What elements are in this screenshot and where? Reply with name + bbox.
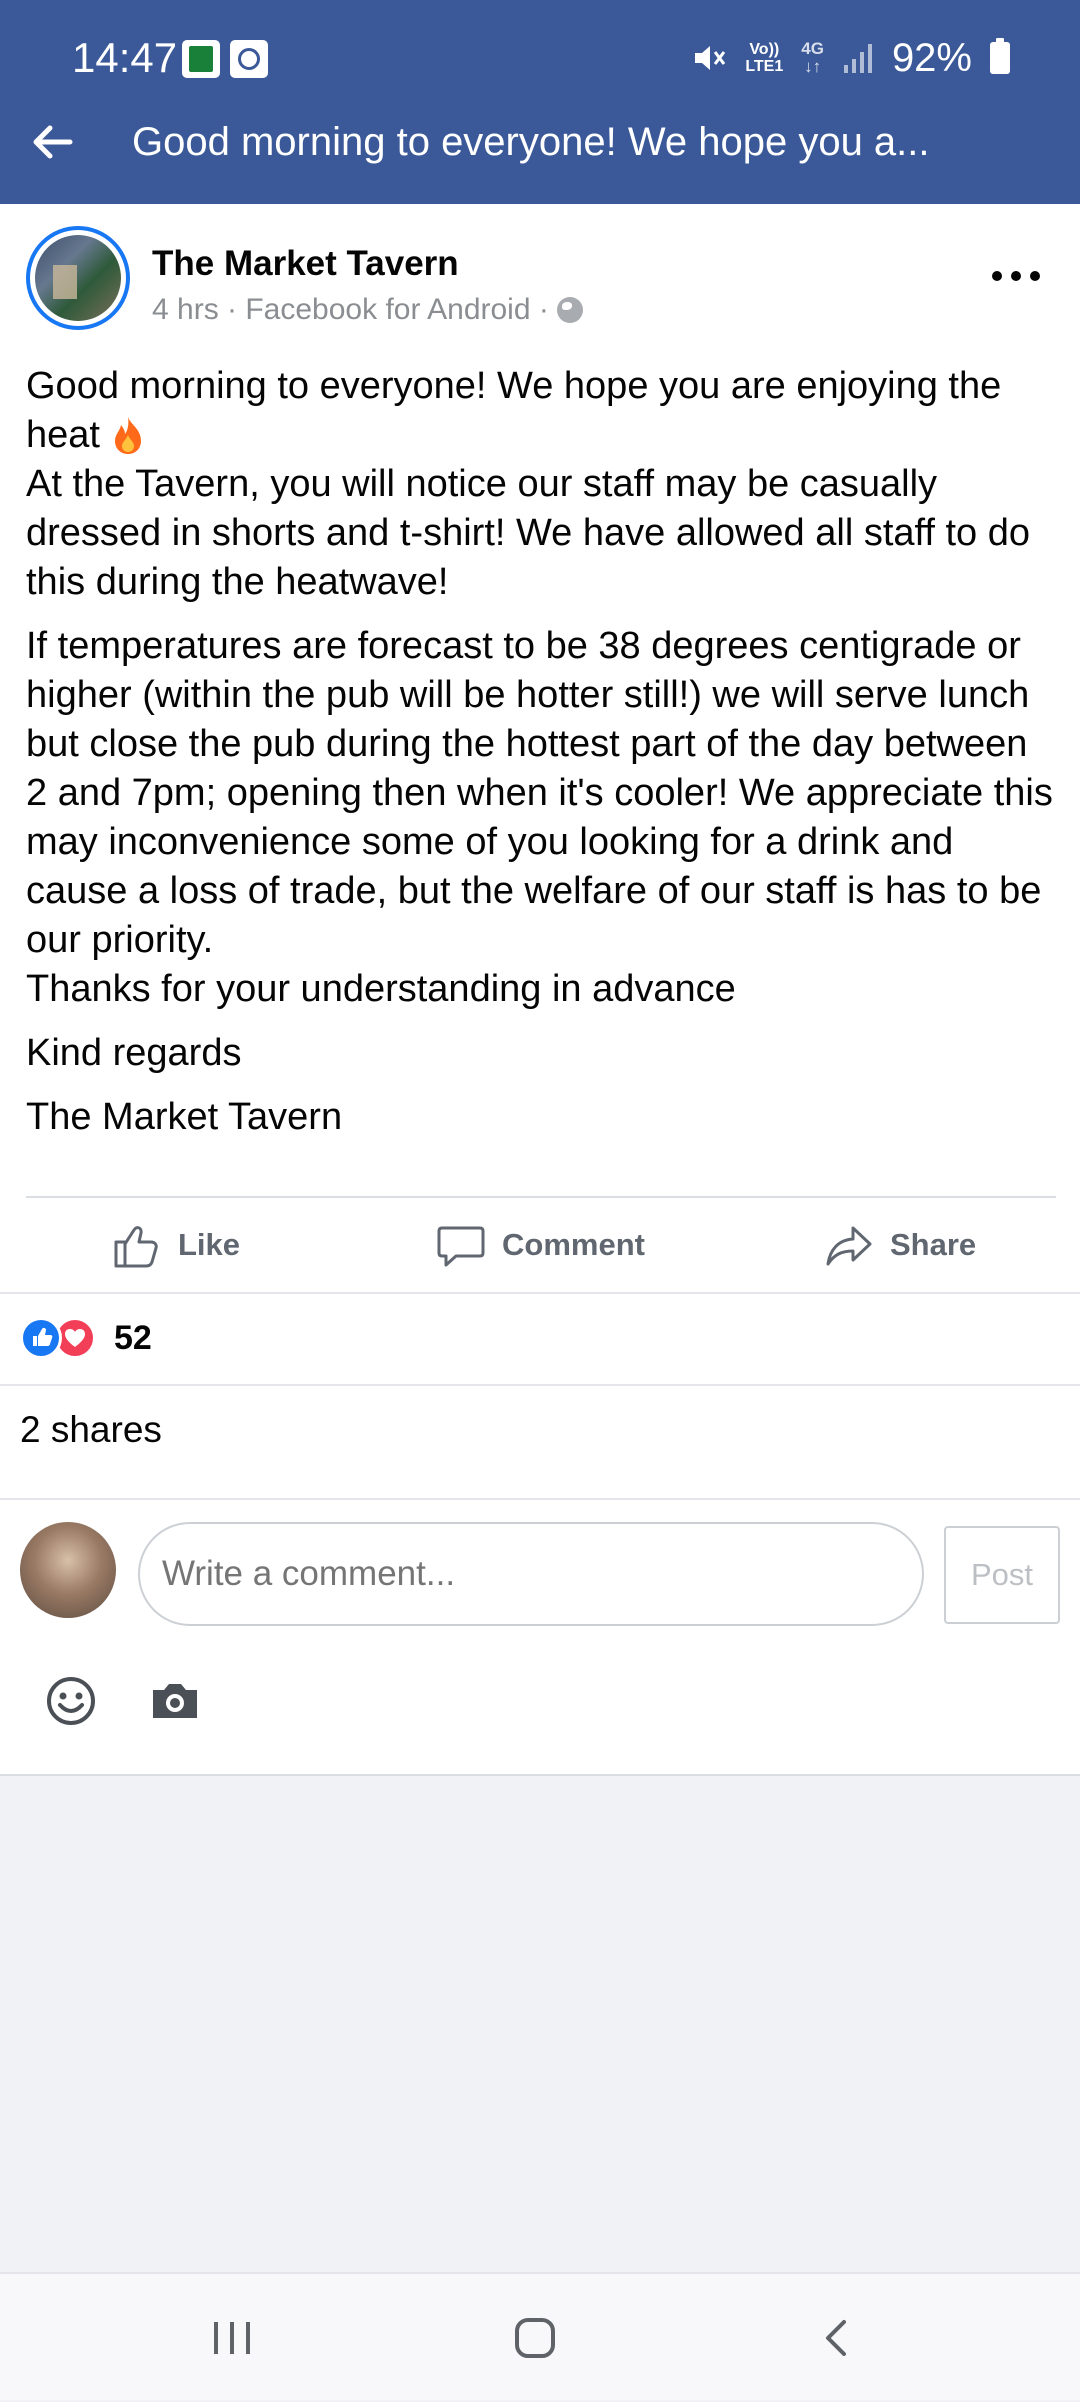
volte-indicator: Vo)) LTE1 — [745, 41, 783, 75]
back-chevron-icon — [826, 2320, 846, 2356]
post-action-bar: Like Comment Share — [0, 1198, 1080, 1292]
page-avatar-image — [35, 235, 121, 321]
post-meta: 4 hrs · Facebook for Android · — [152, 290, 583, 330]
reactions-summary[interactable]: 52 — [20, 1310, 152, 1366]
camera-icon[interactable] — [148, 1674, 202, 1728]
share-arrow-icon — [826, 1226, 872, 1266]
home-button[interactable] — [475, 2274, 595, 2402]
app-bar-title: Good morning to everyone! We hope you a.… — [132, 120, 930, 164]
like-button[interactable]: Like — [112, 1198, 240, 1292]
divider — [0, 1774, 1080, 1776]
share-label: Share — [890, 1227, 977, 1262]
recent-apps-icon — [214, 2322, 250, 2354]
post-paragraph: If temperatures are forecast to be 38 de… — [26, 625, 1053, 961]
post-paragraph: At the Tavern, you will notice our staff… — [26, 463, 1031, 603]
status-indicators: Vo)) LTE1 4G ↓↑ 92% — [691, 30, 1010, 86]
battery-percent: 92% — [891, 35, 972, 80]
more-dot-icon — [1030, 271, 1040, 281]
data-arrows-icon: ↓↑ — [804, 57, 822, 76]
post-comment-button[interactable]: Post — [944, 1526, 1060, 1624]
post-author[interactable]: The Market Tavern — [152, 242, 459, 286]
comment-label: Comment — [502, 1227, 645, 1262]
post-line: Good morning to everyone! We hope you ar… — [26, 365, 1002, 456]
post-signature: The Market Tavern — [26, 1096, 343, 1138]
sheets-notification-icon — [182, 40, 220, 78]
post-paragraph: Good morning to everyone! We hope you ar… — [26, 362, 1056, 460]
recent-apps-button[interactable] — [172, 2274, 292, 2402]
reaction-count: 52 — [114, 1318, 152, 1357]
post-paragraph: Kind regards — [26, 1032, 242, 1074]
comment-bubble-icon — [437, 1226, 485, 1267]
share-button[interactable]: Share — [824, 1198, 976, 1292]
commenter-avatar — [20, 1522, 116, 1618]
divider — [0, 1384, 1080, 1386]
post-body: Good morning to everyone! We hope you ar… — [26, 362, 1056, 1157]
mute-icon — [691, 40, 727, 76]
volte-label: Vo)) — [749, 41, 780, 58]
app-bar: 14:47 Vo)) LTE1 4G ↓↑ 92% Good morning t… — [0, 0, 1080, 204]
emoji-icon[interactable] — [44, 1674, 98, 1728]
battery-icon — [990, 38, 1010, 74]
home-icon — [515, 2318, 555, 2358]
status-bar: 14:47 Vo)) LTE1 4G ↓↑ 92% — [0, 0, 1080, 120]
status-time: 14:47 — [72, 34, 178, 81]
lte-label: LTE1 — [745, 58, 784, 75]
post-paragraph: Thanks for your understanding in advance — [26, 968, 736, 1010]
back-button[interactable] — [778, 2274, 898, 2402]
back-arrow-icon[interactable] — [28, 118, 76, 166]
thumbs-up-icon — [114, 1226, 158, 1268]
more-options-button[interactable] — [986, 256, 1046, 296]
shares-count[interactable]: 2 shares — [20, 1404, 162, 1456]
like-reaction-icon — [20, 1317, 62, 1359]
divider — [0, 1292, 1080, 1294]
more-dot-icon — [992, 271, 1002, 281]
comment-button[interactable]: Comment — [436, 1198, 645, 1292]
network-label: 4G — [801, 39, 824, 58]
divider — [0, 1498, 1080, 1500]
signal-icon — [842, 41, 874, 75]
post-meta-text: 4 hrs · Facebook for Android · — [152, 293, 549, 326]
page-avatar[interactable] — [26, 226, 130, 330]
clock-notification-icon — [230, 40, 268, 78]
network-indicator: 4G ↓↑ — [801, 40, 824, 76]
more-dot-icon — [1011, 271, 1021, 281]
like-label: Like — [178, 1227, 241, 1262]
fire-emoji-icon — [114, 417, 141, 454]
system-nav-bar — [0, 2272, 1080, 2400]
globe-icon — [556, 297, 583, 323]
comment-input[interactable] — [138, 1522, 924, 1626]
